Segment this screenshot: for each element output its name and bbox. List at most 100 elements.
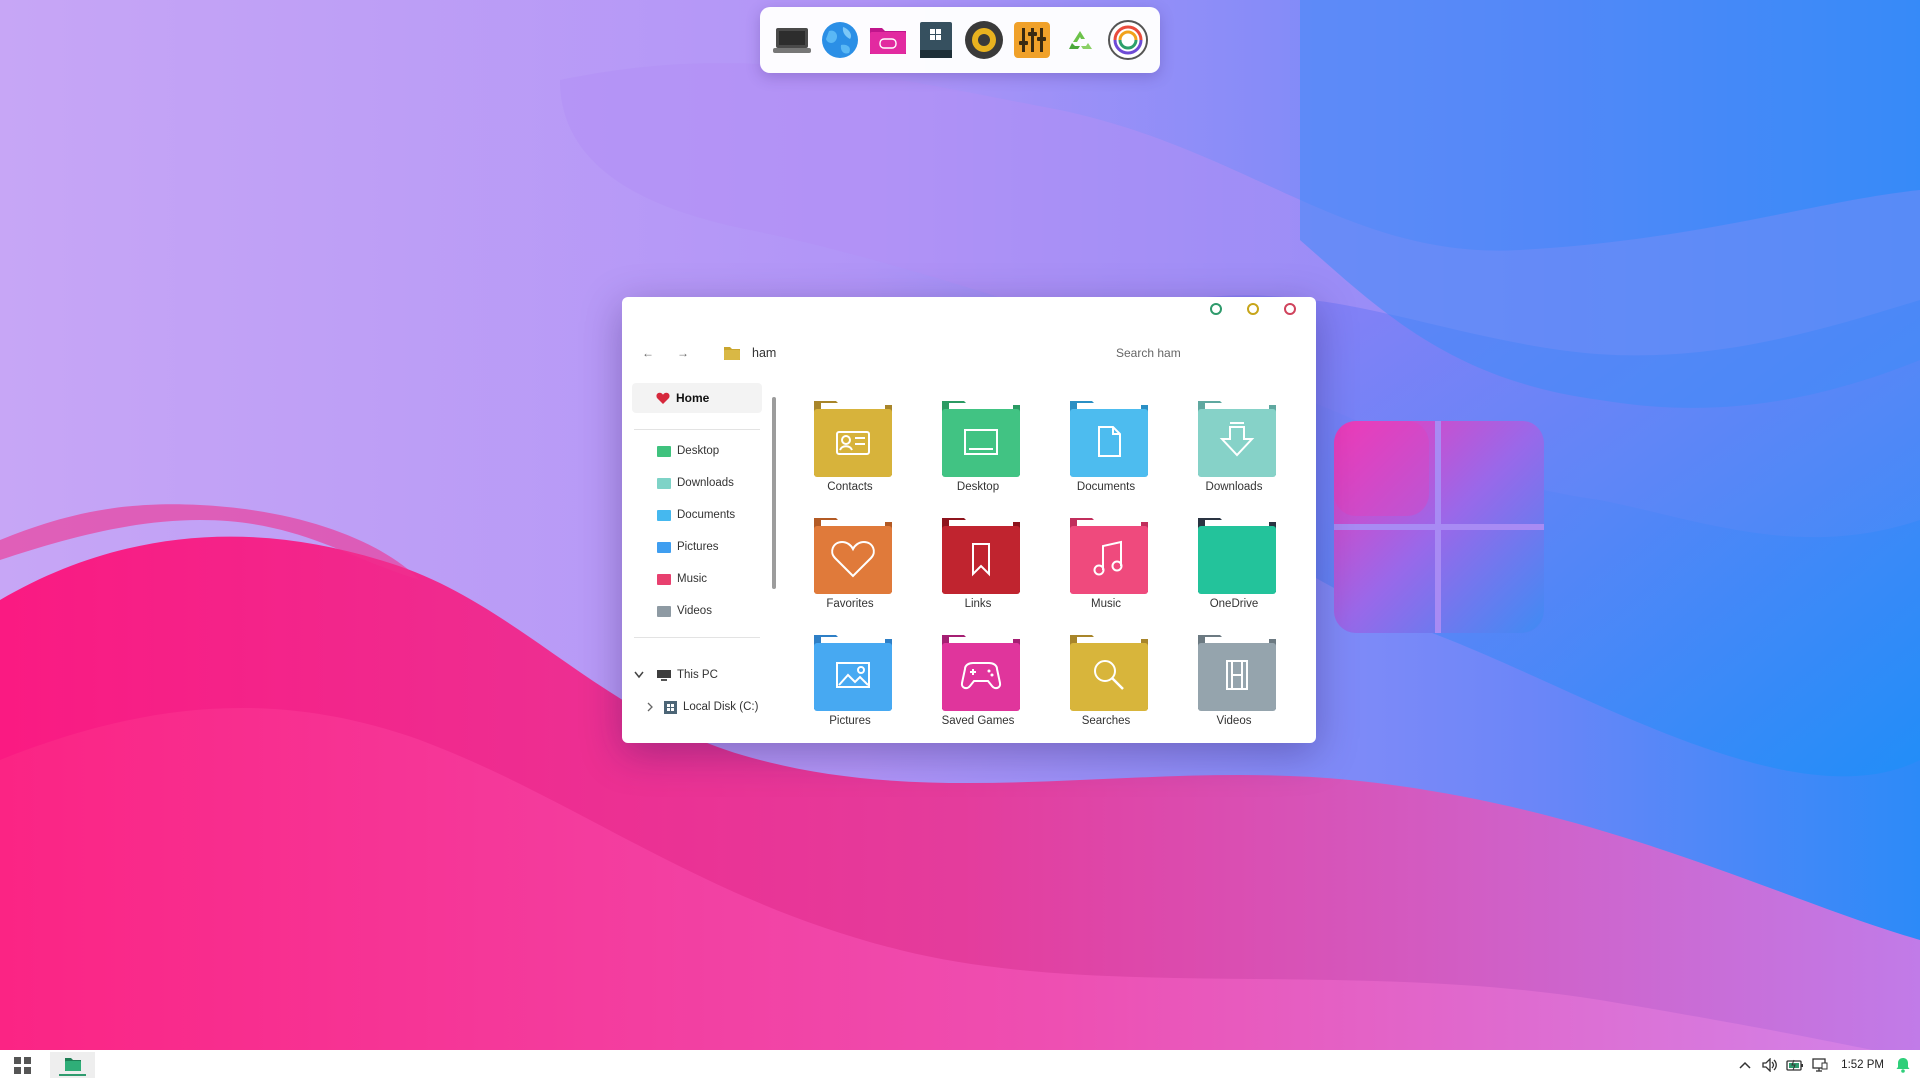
- folder-label: Contacts: [827, 481, 873, 493]
- tray-battery[interactable]: [1786, 1057, 1804, 1073]
- address-bar: ← → ham Search ham: [622, 339, 1316, 367]
- sidebar-item-desktop[interactable]: Desktop: [622, 439, 762, 463]
- folder-onedrive[interactable]: OneDrive: [1186, 514, 1282, 618]
- heart-icon: [814, 518, 892, 594]
- tray-network[interactable]: [1811, 1057, 1829, 1073]
- divider: [634, 637, 760, 638]
- chevron-right-icon[interactable]: [646, 702, 654, 712]
- forward-button[interactable]: →: [672, 342, 694, 364]
- folder-contacts[interactable]: Contacts: [802, 397, 898, 501]
- folder-documents[interactable]: Documents: [1058, 397, 1154, 501]
- folder-saved-games[interactable]: Saved Games: [930, 631, 1026, 735]
- folder-icon: [657, 605, 671, 617]
- sidebar-item-label: Pictures: [677, 541, 719, 553]
- download-icon: [1198, 401, 1276, 477]
- dock-speaker[interactable]: [963, 19, 1005, 61]
- search-input[interactable]: Search ham: [1116, 346, 1181, 360]
- sidebar-scrollbar[interactable]: [772, 397, 776, 589]
- breadcrumb[interactable]: ham: [752, 346, 776, 360]
- drive-icon: [664, 700, 677, 714]
- dock-spiral-app[interactable]: [1107, 19, 1149, 61]
- folder-desktop[interactable]: Desktop: [930, 397, 1026, 501]
- folder-videos[interactable]: Videos: [1186, 631, 1282, 735]
- folder-pictures[interactable]: Pictures: [802, 631, 898, 735]
- maximize-button[interactable]: [1247, 303, 1259, 315]
- music-note-icon: [1070, 518, 1148, 594]
- sidebar-item-local-disk[interactable]: Local Disk (C:): [622, 695, 762, 719]
- folder-label: OneDrive: [1209, 598, 1259, 610]
- folder-label: Links: [964, 598, 992, 610]
- contact-card-icon: [814, 401, 892, 477]
- sidebar-item-label: Documents: [677, 509, 736, 521]
- dock-equalizer[interactable]: [1011, 19, 1053, 61]
- chevron-up-icon: [1739, 1061, 1751, 1069]
- chevron-down-icon[interactable]: [634, 671, 644, 679]
- computer-icon: [657, 670, 671, 681]
- folder-icon: [657, 477, 671, 489]
- folder-icon: [657, 573, 671, 585]
- active-indicator: [59, 1074, 86, 1076]
- document-icon: [1070, 401, 1148, 477]
- taskbar-file-explorer[interactable]: [50, 1052, 95, 1078]
- folder-icon: [657, 445, 671, 457]
- dock-browser[interactable]: [819, 19, 861, 61]
- sidebar-item-home[interactable]: Home: [632, 383, 762, 413]
- folder-label: Downloads: [1205, 481, 1263, 493]
- image-icon: [814, 635, 892, 711]
- network-icon: [1812, 1058, 1828, 1072]
- sidebar-item-music[interactable]: Music: [622, 567, 762, 591]
- equalizer-icon: [1014, 22, 1050, 58]
- folder-label: Pictures: [829, 715, 871, 727]
- folder-searches[interactable]: Searches: [1058, 631, 1154, 735]
- volume-icon: [1762, 1058, 1778, 1072]
- dock-terminal[interactable]: [915, 19, 957, 61]
- recycle-bin-icon: [1069, 31, 1092, 49]
- folder-label: Videos: [1216, 715, 1252, 727]
- monitor-icon: [942, 401, 1020, 477]
- sidebar-item-label: Downloads: [677, 477, 734, 489]
- globe-icon: [822, 22, 858, 58]
- magnifier-icon: [1070, 635, 1148, 711]
- games-folder-icon: [870, 28, 906, 54]
- sidebar-item-pictures[interactable]: Pictures: [622, 535, 762, 559]
- sidebar-item-downloads[interactable]: Downloads: [622, 471, 762, 495]
- close-button[interactable]: [1284, 303, 1296, 315]
- taskbar: 1:52 PM: [0, 1050, 1920, 1080]
- tray-volume[interactable]: [1761, 1057, 1779, 1073]
- system-tray: 1:52 PM: [1729, 1050, 1920, 1080]
- windows-logo: [1334, 421, 1544, 633]
- folder-label: Documents: [1076, 481, 1136, 493]
- folder-links[interactable]: Links: [930, 514, 1026, 618]
- folder-label: Favorites: [826, 598, 874, 610]
- folder-icon: [65, 1058, 81, 1071]
- folder-favorites[interactable]: Favorites: [802, 514, 898, 618]
- dock-laptop[interactable]: [771, 19, 813, 61]
- cloud-folder-icon: [1198, 518, 1276, 594]
- notification-bell-icon[interactable]: [1896, 1057, 1910, 1073]
- clock[interactable]: 1:52 PM: [1841, 1059, 1884, 1071]
- bookmark-icon: [942, 518, 1020, 594]
- folder-icon: [657, 541, 671, 553]
- windows-terminal-icon: [920, 22, 952, 58]
- laptop-icon: [773, 28, 811, 53]
- sidebar-item-label: This PC: [677, 669, 718, 681]
- folder-label: Music: [1090, 598, 1122, 610]
- sidebar-item-label: Music: [677, 573, 708, 585]
- divider: [634, 429, 760, 430]
- sidebar-item-this-pc[interactable]: This PC: [622, 663, 762, 687]
- tray-overflow[interactable]: [1736, 1057, 1754, 1073]
- spiral-app-icon: [1108, 20, 1148, 60]
- sidebar-item-videos[interactable]: Videos: [622, 599, 762, 623]
- navigation-pane: Home Desktop Downloads Documents Picture…: [622, 383, 762, 743]
- sidebar-item-documents[interactable]: Documents: [622, 503, 762, 527]
- folder-icon: [724, 347, 740, 360]
- dock-games[interactable]: [867, 19, 909, 61]
- start-menu-icon[interactable]: [14, 1057, 32, 1075]
- dock-recycle-bin[interactable]: [1059, 19, 1101, 61]
- back-button[interactable]: ←: [637, 342, 659, 364]
- folder-downloads[interactable]: Downloads: [1186, 397, 1282, 501]
- minimize-button[interactable]: [1210, 303, 1222, 315]
- gamepad-icon: [942, 635, 1020, 711]
- folder-music[interactable]: Music: [1058, 514, 1154, 618]
- sidebar-item-label: Videos: [677, 605, 712, 617]
